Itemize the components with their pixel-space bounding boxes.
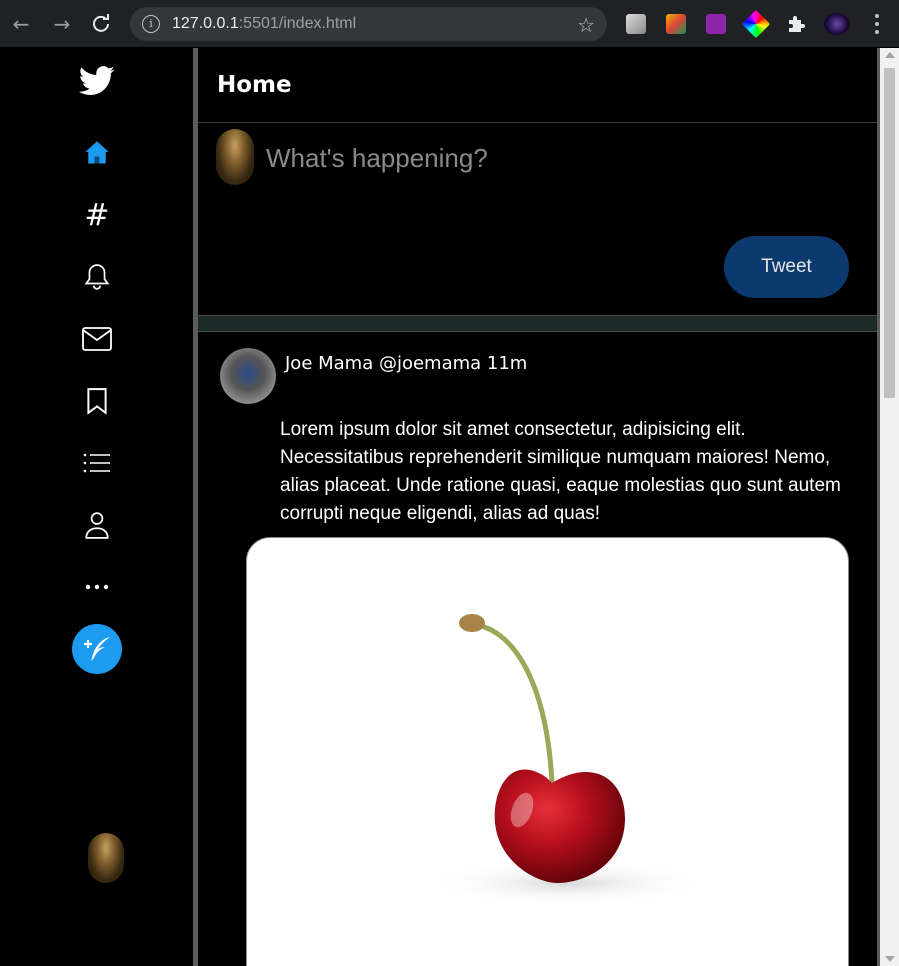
compose-input[interactable]: What's happening? xyxy=(266,143,488,174)
page-title: Home xyxy=(217,72,292,98)
compose-avatar xyxy=(216,129,254,185)
main-feed: Home What's happening? Tweet Joe Mama @j… xyxy=(198,48,877,966)
address-url[interactable]: 127.0.0.1:5501/index.html xyxy=(172,15,356,33)
address-bar[interactable]: i 127.0.0.1:5501/index.html ☆ xyxy=(130,7,607,41)
section-separator xyxy=(198,315,877,332)
forward-icon[interactable]: → xyxy=(50,12,74,36)
profile-icon[interactable] xyxy=(72,500,122,550)
extensions-puzzle-icon[interactable] xyxy=(786,14,806,34)
tweet-post: Joe Mama @joemama 11m Lorem ipsum dolor … xyxy=(198,332,877,966)
profile-avatar-icon[interactable] xyxy=(824,13,850,35)
post-meta: Joe Mama @joemama 11m xyxy=(285,353,528,374)
extension-colorpicker-icon[interactable] xyxy=(741,9,771,39)
site-info-icon[interactable]: i xyxy=(142,15,160,33)
extension-colors-icon[interactable] xyxy=(666,14,686,34)
post-text: Lorem ipsum dolor sit amet consectetur, … xyxy=(280,419,841,524)
extension-touch-icon[interactable] xyxy=(626,14,646,34)
scrollbar-thumb[interactable] xyxy=(884,68,895,398)
sidebar: # xyxy=(0,48,193,966)
home-icon[interactable] xyxy=(72,128,122,178)
hashtag-icon[interactable]: # xyxy=(72,190,122,240)
user-avatar[interactable] xyxy=(88,833,124,883)
browser-toolbar: ← → i 127.0.0.1:5501/index.html ☆ xyxy=(0,0,899,48)
post-author-avatar[interactable] xyxy=(220,348,276,404)
cherry-image xyxy=(427,614,707,905)
browser-menu-icon[interactable] xyxy=(870,12,884,36)
compose-tweet-icon[interactable] xyxy=(72,624,122,674)
more-icon[interactable] xyxy=(72,562,122,612)
mail-icon[interactable] xyxy=(72,314,122,364)
compose-box: What's happening? Tweet xyxy=(198,123,877,315)
bell-icon[interactable] xyxy=(72,252,122,302)
scroll-up-arrow-icon[interactable] xyxy=(885,52,895,58)
bookmark-star-icon[interactable]: ☆ xyxy=(577,13,595,37)
scrollbar[interactable] xyxy=(880,48,899,966)
feed-header: Home xyxy=(198,48,877,123)
back-icon[interactable]: ← xyxy=(9,12,33,36)
list-icon[interactable] xyxy=(72,438,122,488)
tweet-button[interactable]: Tweet xyxy=(724,236,849,298)
bookmark-icon[interactable] xyxy=(72,376,122,426)
reload-icon[interactable] xyxy=(89,12,113,36)
twitter-logo-icon[interactable] xyxy=(72,56,122,106)
scroll-down-arrow-icon[interactable] xyxy=(885,956,895,962)
post-image[interactable] xyxy=(246,537,849,966)
extension-play-icon[interactable] xyxy=(706,14,726,34)
